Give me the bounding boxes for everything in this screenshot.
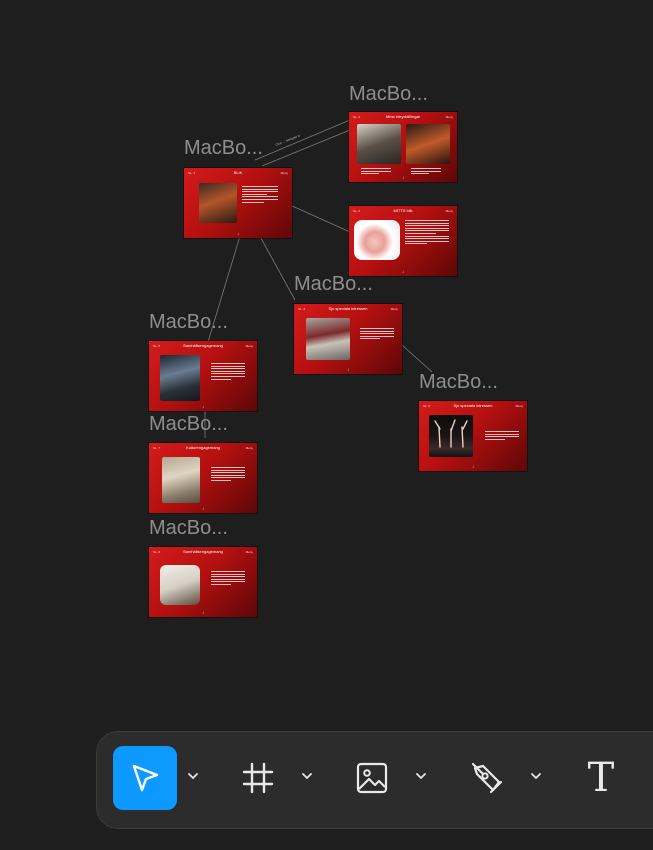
frame-tag: SL. 1 <box>188 171 196 175</box>
design-canvas[interactable]: Click → Navigate to MacBo... SL. 1 BLIK … <box>0 0 653 850</box>
body-text <box>361 168 391 176</box>
frame-title: Sju speciala intressen <box>453 403 493 408</box>
frame-label[interactable]: MacBo... <box>419 371 498 393</box>
frame-title: Mina intrycktillingar <box>385 114 420 119</box>
frame-menu: Meny <box>245 344 253 348</box>
photo <box>406 124 450 164</box>
photo <box>162 457 200 503</box>
body-text <box>211 571 245 587</box>
frame-tag: SL. 8 <box>153 550 161 554</box>
frame-thumbnail[interactable]: SL. 2 Mina intrycktillingar Meny ↓ <box>349 112 457 182</box>
image-icon <box>356 762 388 794</box>
frame-title: Sju speciala intressen <box>328 306 368 311</box>
frame-title: BLIK <box>233 170 243 175</box>
frame-label[interactable]: MacBo... <box>184 137 263 159</box>
body-text <box>411 168 441 176</box>
frame-tag: SL. 5 <box>153 344 161 348</box>
frame-label[interactable]: MacBo... <box>294 273 373 295</box>
down-arrow-icon: ↓ <box>402 269 404 274</box>
chevron-down-icon <box>302 773 312 780</box>
frame-menu: Meny <box>245 550 253 554</box>
frame-hash-icon <box>242 762 274 794</box>
move-tool-button[interactable] <box>113 746 177 810</box>
bottom-toolbar: T <box>96 731 653 829</box>
frame-thumbnail[interactable]: SL. 8 Samhällsengagemang Meny ↓ <box>149 547 257 617</box>
frame-thumbnail[interactable]: SL. 7 Kulturengagemang Meny ↓ <box>149 443 257 513</box>
frame-menu: Meny <box>390 307 398 311</box>
down-arrow-icon: ↓ <box>402 175 404 180</box>
connection-line <box>254 119 351 161</box>
photo <box>354 220 400 260</box>
down-arrow-icon: ↓ <box>202 404 204 409</box>
frame-menu: Meny <box>515 404 523 408</box>
text-icon: T <box>587 755 615 801</box>
pen-tool-dropdown[interactable] <box>528 768 544 784</box>
frame-tag: SL. 7 <box>153 446 161 450</box>
chevron-down-icon <box>416 773 426 780</box>
body-text <box>211 467 245 483</box>
image-tool-button[interactable] <box>340 746 404 810</box>
frame-title: Samhällsengagemang <box>183 549 223 554</box>
frame-tool-button[interactable] <box>226 746 290 810</box>
frame-label[interactable]: MacBo... <box>149 517 228 539</box>
frame-thumbnail[interactable]: SL. 6 Sju speciala intressen Meny ↓ <box>419 401 527 471</box>
frame-menu: Meny <box>280 171 288 175</box>
photo <box>160 355 200 401</box>
down-arrow-icon: ↓ <box>202 506 204 511</box>
down-arrow-icon: ↓ <box>202 610 204 615</box>
connection-line <box>261 129 351 167</box>
down-arrow-icon: ↓ <box>347 367 349 372</box>
frame-title: Samhällsengagemang <box>183 343 223 348</box>
body-text <box>485 431 519 441</box>
photo <box>160 565 200 605</box>
move-tool-dropdown[interactable] <box>185 768 201 784</box>
frame-thumbnail[interactable]: SL. 4 Sju speciala intressen Meny ↓ <box>294 304 402 374</box>
frame-label[interactable]: MacBo... <box>149 311 228 333</box>
chevron-down-icon <box>188 773 198 780</box>
connection-line <box>401 344 433 373</box>
frame-tag: SL. 3 <box>353 209 361 213</box>
chevron-down-icon <box>531 773 541 780</box>
down-arrow-icon: ↓ <box>472 464 474 469</box>
frame-title: Kulturengagemang <box>186 445 220 450</box>
photo <box>357 124 401 164</box>
pen-icon <box>471 762 503 794</box>
frame-tag: SL. 4 <box>298 307 306 311</box>
frame-label[interactable]: MacBo... <box>149 413 228 435</box>
move-cursor-icon <box>132 764 159 792</box>
body-text <box>242 186 278 204</box>
frame-tool-dropdown[interactable] <box>299 768 315 784</box>
dancers-illustration <box>434 419 468 448</box>
frame-thumbnail[interactable]: SL. 5 Samhällsengagemang Meny ↓ <box>149 341 257 411</box>
image-tool-dropdown[interactable] <box>413 768 429 784</box>
frame-label[interactable]: MacBo... <box>349 83 428 105</box>
frame-tag: SL. 2 <box>353 115 361 119</box>
frame-thumbnail[interactable]: SL. 3 MITTS blik Meny ↓ <box>349 206 457 276</box>
frame-title: MITTS blik <box>393 208 413 213</box>
photo <box>306 318 350 360</box>
body-text <box>360 328 394 341</box>
photo <box>199 183 237 223</box>
frame-tag: SL. 6 <box>423 404 431 408</box>
prototype-connections: Click → Navigate to <box>204 119 433 438</box>
down-arrow-icon: ↓ <box>237 231 239 236</box>
frame-thumbnail[interactable]: SL. 1 BLIK Meny ↓ <box>184 168 292 238</box>
body-text <box>211 363 245 381</box>
pen-tool-button[interactable] <box>455 746 519 810</box>
connection-label: Click → Navigate to <box>275 133 301 147</box>
body-text <box>405 220 449 246</box>
frame-menu: Meny <box>445 115 453 119</box>
frame-menu: Meny <box>445 209 453 213</box>
frame-menu: Meny <box>245 446 253 450</box>
text-tool-button[interactable]: T <box>569 746 633 810</box>
